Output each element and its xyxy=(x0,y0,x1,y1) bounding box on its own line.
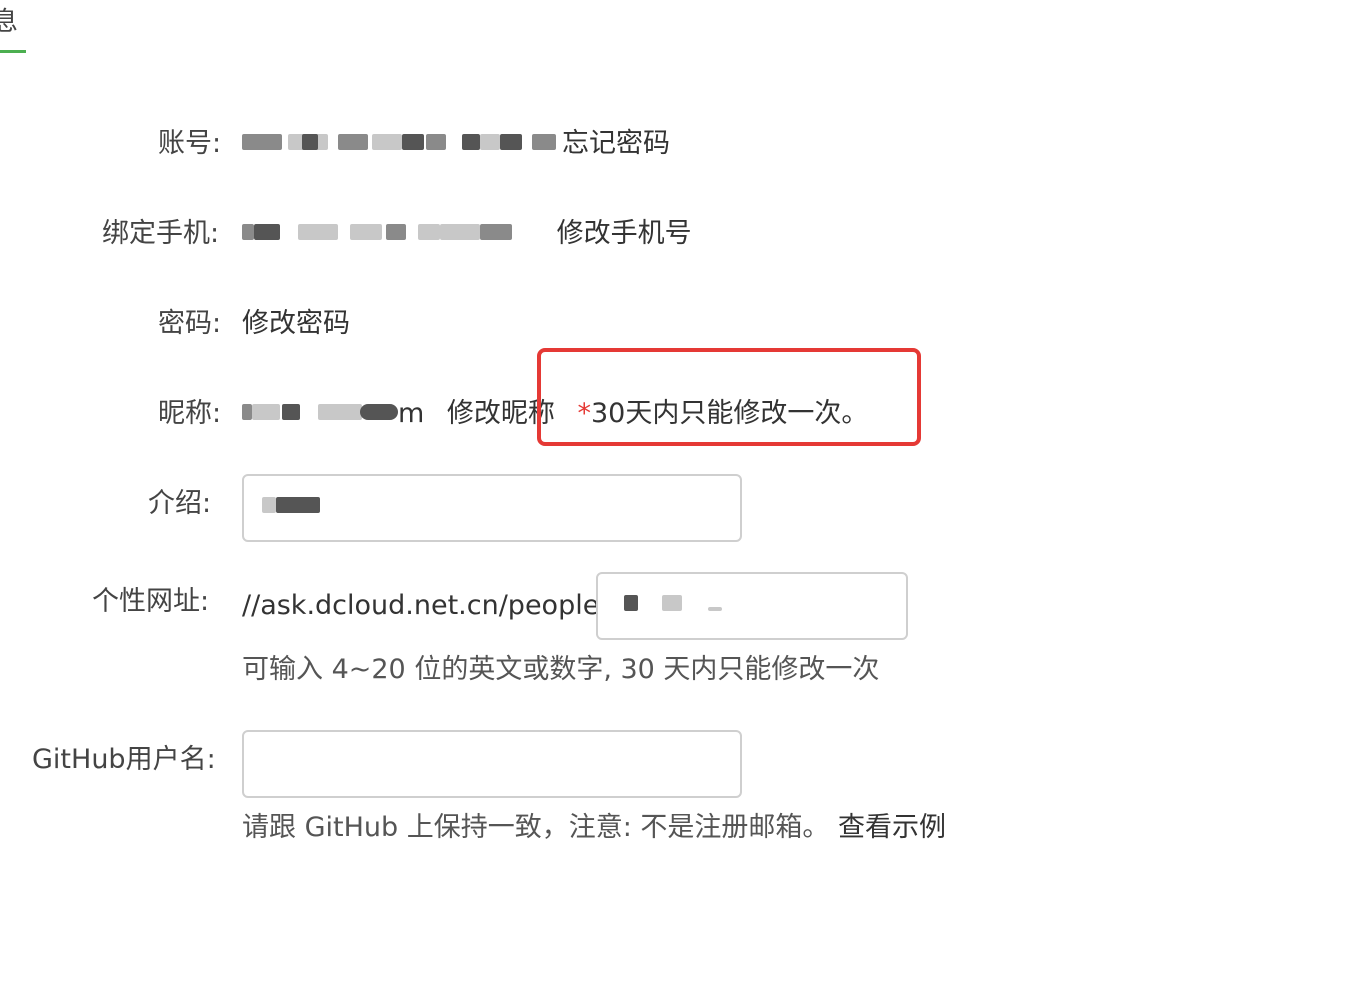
account-value: 忘记密码 xyxy=(242,126,670,162)
url-label: 个性网址: xyxy=(92,586,210,617)
nickname-masked-text xyxy=(242,403,398,422)
account-label: 账号: xyxy=(158,128,222,159)
github-label: GitHub用户名: xyxy=(32,744,216,775)
profile-settings-page: 息 账号: 忘记密码 绑定手机: 修改手机号 密码: 修改密码 昵称: m 修改… xyxy=(0,0,1358,988)
password-value: 修改密码 xyxy=(242,306,350,342)
phone-value: 修改手机号 xyxy=(242,216,692,252)
url-prefix: //ask.dcloud.net.cn/people/ xyxy=(242,590,609,621)
forgot-password-link[interactable]: 忘记密码 xyxy=(562,128,670,159)
github-hint: 请跟 GitHub 上保持一致，注意: 不是注册邮箱。 查看示例 xyxy=(242,810,946,846)
nickname-suffix: m xyxy=(398,398,425,429)
annotation-highlight-box xyxy=(537,348,921,446)
view-example-link[interactable]: 查看示例 xyxy=(838,812,946,843)
account-masked-text xyxy=(242,133,562,152)
tab-basic-info[interactable]: 息 xyxy=(0,2,26,42)
password-label: 密码: xyxy=(158,308,222,339)
change-phone-link[interactable]: 修改手机号 xyxy=(557,218,692,249)
github-username-input[interactable] xyxy=(242,730,742,798)
github-hint-text: 请跟 GitHub 上保持一致，注意: 不是注册邮箱。 xyxy=(242,812,830,843)
phone-masked-text xyxy=(242,223,538,242)
url-masked-text xyxy=(616,594,726,613)
url-hint: 可输入 4~20 位的英文或数字, 30 天内只能修改一次 xyxy=(242,654,880,685)
active-tab-indicator xyxy=(0,50,26,53)
nickname-label: 昵称: xyxy=(158,398,222,429)
intro-input[interactable] xyxy=(242,474,742,542)
change-password-link[interactable]: 修改密码 xyxy=(242,308,350,339)
intro-label: 介绍: xyxy=(148,488,212,519)
phone-label: 绑定手机: xyxy=(102,218,220,249)
url-slug-input[interactable] xyxy=(596,572,908,640)
intro-masked-text xyxy=(262,496,326,515)
